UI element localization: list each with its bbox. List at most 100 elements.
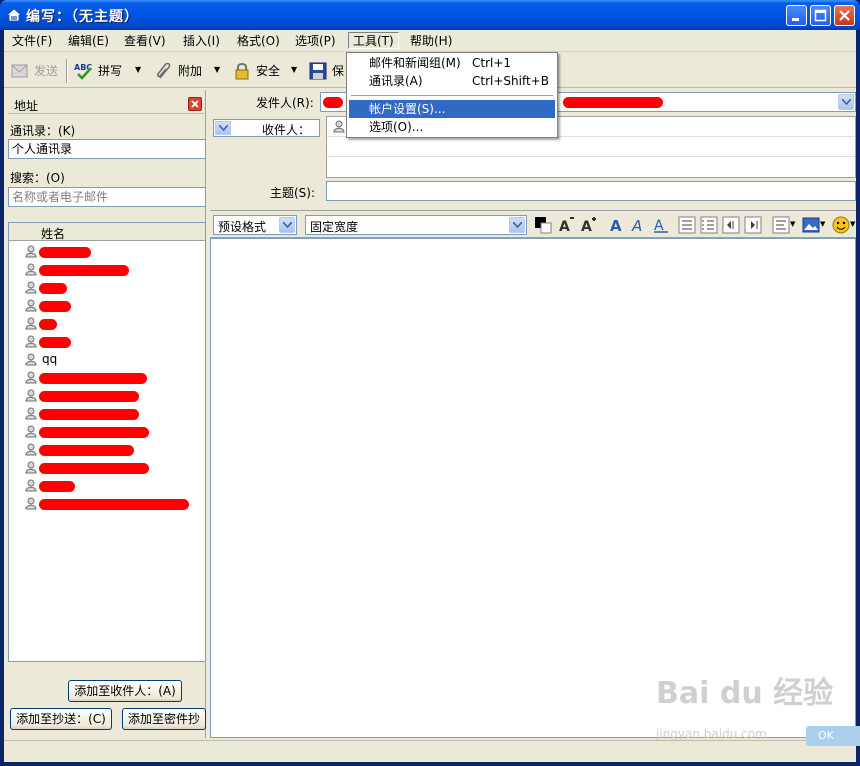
menu-view[interactable]: 查看(V): [120, 33, 170, 50]
paragraph-style-value: 预设格式: [218, 220, 267, 234]
menu-item-label: 邮件和新闻组(M): [369, 56, 461, 70]
recipient-row[interactable]: [327, 157, 855, 177]
contact-list[interactable]: 姓名 qq: [8, 222, 206, 662]
from-dropdown-button[interactable]: [838, 94, 854, 110]
contact-row[interactable]: [9, 495, 205, 513]
contact-row[interactable]: [9, 423, 205, 441]
contact-redaction: [39, 445, 134, 456]
increase-font-icon[interactable]: A: [580, 216, 598, 234]
align-dropdown-icon[interactable]: ▼: [790, 220, 795, 228]
menu-insert[interactable]: 插入(I): [179, 33, 224, 50]
insert-image-icon[interactable]: [802, 216, 820, 234]
contact-list-header[interactable]: 姓名: [9, 223, 205, 241]
bullet-list-icon[interactable]: [678, 216, 696, 234]
person-icon: [25, 443, 37, 456]
svg-text:A: A: [559, 219, 570, 234]
font-select[interactable]: 固定宽度: [305, 215, 527, 235]
spell-button[interactable]: ABC 拼写: [74, 59, 126, 83]
contact-row[interactable]: [9, 387, 205, 405]
save-button[interactable]: 保: [308, 59, 348, 83]
menu-edit[interactable]: 编辑(E): [64, 33, 113, 50]
italic-icon[interactable]: A: [630, 216, 648, 234]
window-client: 文件(F) 编辑(E) 查看(V) 插入(I) 格式(O) 选项(P) 工具(T…: [4, 30, 856, 762]
from-redaction: [563, 97, 663, 108]
menu-item-label: 帐户设置(S)...: [369, 102, 446, 116]
recipient-type-dropdown-button[interactable]: [215, 121, 231, 135]
contact-row[interactable]: [9, 369, 205, 387]
contact-row[interactable]: [9, 279, 205, 297]
subject-input[interactable]: [326, 181, 856, 201]
text-color-icon[interactable]: [534, 216, 552, 234]
smiley-dropdown-icon[interactable]: ▼: [850, 220, 855, 228]
attach-button[interactable]: 附加: [154, 59, 212, 83]
menu-file[interactable]: 文件(F): [8, 33, 56, 50]
contact-row[interactable]: [9, 333, 205, 351]
contact-row[interactable]: [9, 477, 205, 495]
contact-row[interactable]: qq: [9, 351, 205, 369]
format-toolbar: 预设格式 固定宽度 A A A A A ▼ ▼ ▼: [210, 210, 856, 238]
close-window-button[interactable]: [834, 5, 855, 26]
save-label: 保: [332, 64, 345, 78]
send-label: 发送: [34, 64, 59, 78]
add-bcc-button[interactable]: 添加至密件抄: [122, 708, 206, 730]
person-icon: [25, 407, 37, 420]
contact-row[interactable]: [9, 315, 205, 333]
close-icon: [839, 10, 850, 21]
from-redaction: [323, 97, 343, 108]
attach-dropdown-icon[interactable]: ▼: [214, 65, 220, 74]
spell-dropdown-icon[interactable]: ▼: [135, 65, 141, 74]
person-icon: [25, 371, 37, 384]
menu-format[interactable]: 格式(O): [233, 33, 284, 50]
smiley-icon[interactable]: [832, 216, 850, 234]
font-dropdown[interactable]: [508, 216, 526, 234]
indent-icon[interactable]: [744, 216, 762, 234]
addressbook-select[interactable]: 个人通讯录: [8, 139, 206, 159]
paragraph-style-arrow[interactable]: [279, 217, 295, 233]
menu-tools[interactable]: 工具(T): [348, 32, 399, 49]
font-arrow[interactable]: [509, 217, 525, 233]
decrease-font-icon[interactable]: A: [558, 216, 576, 234]
recipient-type-select[interactable]: 收件人：: [213, 119, 320, 137]
menu-options[interactable]: 选项(P): [291, 33, 340, 50]
subject-label: 主题(S):: [270, 186, 316, 200]
align-icon[interactable]: [772, 216, 790, 234]
bold-icon[interactable]: A: [608, 216, 626, 234]
contact-row[interactable]: [9, 261, 205, 279]
outdent-icon[interactable]: [722, 216, 740, 234]
search-input[interactable]: 名称或者电子邮件: [8, 187, 206, 207]
numbered-list-icon[interactable]: [700, 216, 718, 234]
minimize-button[interactable]: [786, 5, 807, 26]
insert-dropdown-icon[interactable]: ▼: [820, 220, 825, 228]
title-bar[interactable]: 编写：（无主题）: [0, 0, 860, 30]
compose-window: 编写：（无主题） 文件(F) 编辑(E) 查看(V) 插入(I) 格式(O) 选…: [0, 0, 860, 766]
font-value: 固定宽度: [310, 220, 359, 234]
corner-tag: OK: [806, 726, 860, 746]
menu-help[interactable]: 帮助(H): [406, 33, 456, 50]
send-button[interactable]: 发送: [10, 59, 62, 83]
security-button[interactable]: 安全: [232, 59, 288, 83]
contact-row[interactable]: [9, 405, 205, 423]
contact-row[interactable]: [9, 441, 205, 459]
security-dropdown-icon[interactable]: ▼: [291, 65, 297, 74]
tools-menu-addressbook[interactable]: 通讯录(A) Ctrl+Shift+B: [349, 72, 555, 90]
tools-menu-mail-newsgroups[interactable]: 邮件和新闻组(M) Ctrl+1: [349, 54, 555, 72]
chevron-down-icon: [219, 125, 228, 131]
maximize-button[interactable]: [810, 5, 831, 26]
column-name-header: 姓名: [41, 227, 66, 241]
contact-redaction: [39, 373, 147, 384]
contact-row[interactable]: [9, 297, 205, 315]
attach-label: 附加: [178, 64, 203, 78]
paragraph-style-dropdown[interactable]: [278, 216, 296, 234]
tools-menu-options[interactable]: 选项(O)...: [349, 118, 555, 136]
add-cc-button[interactable]: 添加至抄送：(C): [10, 708, 112, 730]
underline-icon[interactable]: A: [652, 216, 670, 234]
message-body-editor[interactable]: [210, 238, 856, 738]
address-sidebar-close-button[interactable]: [188, 97, 202, 111]
contact-row[interactable]: [9, 243, 205, 261]
contact-redaction: [39, 247, 91, 258]
add-to-recipient-button[interactable]: 添加至收件人：(A): [68, 680, 182, 702]
recipient-row[interactable]: [327, 137, 855, 157]
contact-row[interactable]: [9, 459, 205, 477]
paragraph-style-select[interactable]: 预设格式: [213, 215, 297, 235]
tools-menu-account-settings[interactable]: 帐户设置(S)...: [349, 100, 555, 118]
